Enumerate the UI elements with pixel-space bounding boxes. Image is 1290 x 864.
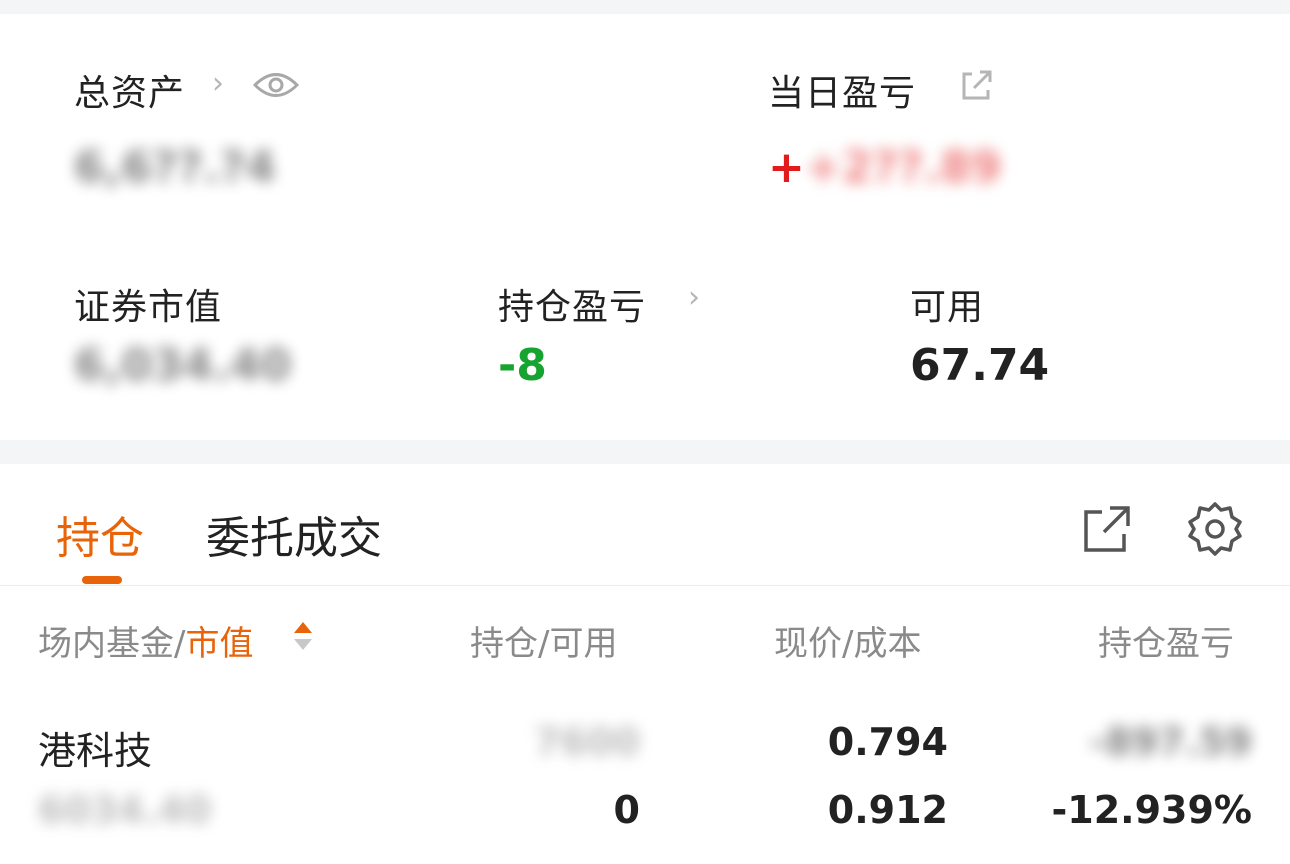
- position-pnl-label[interactable]: 持仓盈亏: [498, 278, 646, 330]
- table-row[interactable]: 港科技 6034.40 7600 0 0.794 0.912 -897.59 -…: [0, 694, 1290, 864]
- sort-icon[interactable]: [292, 620, 314, 652]
- fund-pnl-percent: -12.939%: [1051, 788, 1252, 832]
- available-value: 67.74: [910, 340, 1050, 391]
- header-name: 场内基金: [38, 624, 174, 664]
- tab-positions[interactable]: 持仓: [56, 502, 144, 566]
- share-icon[interactable]: [1082, 504, 1132, 554]
- day-pnl-amount: +2??.89: [804, 142, 1002, 193]
- fund-available: 0: [613, 788, 640, 832]
- fund-price: 0.794: [827, 720, 948, 764]
- header-cost: 成本: [853, 624, 922, 664]
- header-position: 持仓: [470, 624, 538, 664]
- available-label: 可用: [910, 287, 985, 328]
- active-tab-indicator: [82, 576, 122, 584]
- chevron-right-icon[interactable]: ›: [688, 280, 700, 315]
- header-position-available: 持仓/可用: [470, 616, 617, 665]
- fund-market-value: 6034.40: [38, 788, 212, 832]
- header-name-marketvalue[interactable]: 场内基金/市值: [38, 616, 253, 665]
- holdings-card: 持仓 委托成交 场内基金/市值 持仓/可用 现价/成本 持仓盈亏 港科技 603…: [0, 464, 1290, 864]
- day-pnl-value: ++2??.89: [768, 142, 1002, 193]
- fund-position: 7600: [534, 720, 640, 764]
- header-pnl: 持仓盈亏: [1098, 624, 1234, 664]
- position-pnl-value: -8: [498, 340, 547, 391]
- securities-value-value: 6,034.40: [74, 340, 292, 391]
- chevron-right-icon[interactable]: ›: [212, 66, 224, 101]
- header-separator: /: [174, 624, 186, 664]
- total-assets-header[interactable]: 总资产: [74, 64, 185, 116]
- fund-cost: 0.912: [827, 788, 948, 832]
- fund-pnl: -897.59: [1089, 720, 1252, 764]
- header-separator: /: [538, 624, 550, 664]
- eye-icon[interactable]: [252, 68, 300, 102]
- share-icon[interactable]: [958, 68, 994, 104]
- securities-value-label: 证券市值: [74, 287, 223, 328]
- total-assets-value: 6,6??.?4: [74, 142, 276, 193]
- gear-icon[interactable]: [1186, 500, 1244, 558]
- tab-divider: [0, 585, 1290, 586]
- header-sort-field: 市值: [185, 624, 254, 664]
- header-available: 可用: [549, 624, 618, 664]
- header-price-cost: 现价/成本: [774, 616, 921, 665]
- fund-name: 港科技: [38, 729, 153, 773]
- total-assets-label: 总资产: [74, 73, 186, 114]
- account-summary-card: 总资产 › 6,6??.?4 当日盈亏 ++2??.89 证券市值 6,034.…: [0, 14, 1290, 440]
- day-pnl-label: 当日盈亏: [768, 73, 917, 114]
- header-price: 现价: [774, 624, 842, 664]
- header-separator: /: [842, 624, 854, 664]
- tab-orders-trades[interactable]: 委托成交: [206, 502, 382, 566]
